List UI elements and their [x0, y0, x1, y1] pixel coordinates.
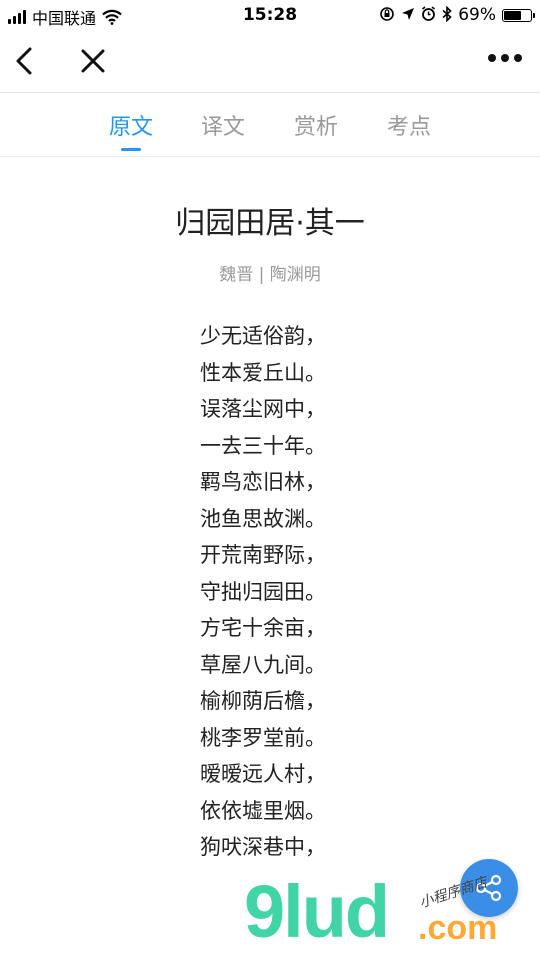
- chevron-left-icon[interactable]: [10, 44, 40, 78]
- battery-icon: [502, 8, 535, 22]
- poem-line: 方宅十余亩，: [200, 616, 326, 640]
- poem-title: 归园田居·其一: [175, 206, 365, 241]
- tab-appreciation[interactable]: 赏析: [281, 109, 351, 141]
- battery-percent: 69%: [458, 5, 496, 25]
- tab-translation[interactable]: 译文: [188, 109, 258, 141]
- poem-line: 误落尘网中，: [200, 397, 326, 421]
- poem-line: 暧暧远人村，: [200, 762, 326, 786]
- poem-line: 池鱼思故渊。: [200, 506, 326, 531]
- poem-line: 榆柳荫后檐，: [200, 689, 326, 713]
- poem-line: 桃李罗堂前。: [200, 725, 326, 750]
- poem-line: 性本爱丘山。: [200, 360, 326, 385]
- more-dots-icon[interactable]: [488, 54, 522, 62]
- poem-line: 依依墟里烟。: [200, 798, 326, 823]
- share-icon: [475, 874, 502, 902]
- poem-line: 开荒南野际，: [200, 543, 326, 567]
- watermark-brand: 9lud: [244, 870, 390, 953]
- poem-line: 一去三十年。: [200, 433, 326, 458]
- bluetooth-icon: [442, 5, 452, 25]
- active-tab-indicator: [121, 148, 141, 151]
- poem-lines: 少无适俗韵， 性本爱丘山。 误落尘网中， 一去三十年。 羁鸟恋旧林， 池鱼思故渊…: [200, 318, 326, 866]
- poem-line: 草屋八九间。: [200, 652, 326, 677]
- tab-original[interactable]: 原文: [96, 109, 166, 141]
- poem-author: 魏晋 | 陶渊明: [219, 265, 321, 285]
- poem-line: 狗吠深巷中，: [200, 835, 326, 859]
- tab-exam-points[interactable]: 考点: [374, 109, 444, 141]
- poem-line: 羁鸟恋旧林，: [200, 470, 326, 494]
- navigation-bar: [0, 32, 540, 93]
- status-bar: 中国联通 15:28 69%: [0, 0, 540, 32]
- poem-line: 守拙归园田。: [200, 579, 326, 604]
- share-button[interactable]: [460, 859, 518, 917]
- rotation-lock-icon: [379, 6, 395, 25]
- alarm-icon: [421, 6, 436, 24]
- close-icon[interactable]: [78, 46, 108, 76]
- tab-bar: 原文 译文 赏析 考点: [0, 93, 540, 157]
- location-arrow-icon: [401, 7, 415, 24]
- status-right: 69%: [379, 5, 535, 25]
- poem-line: 少无适俗韵，: [200, 324, 326, 348]
- battery-fill: [504, 10, 521, 20]
